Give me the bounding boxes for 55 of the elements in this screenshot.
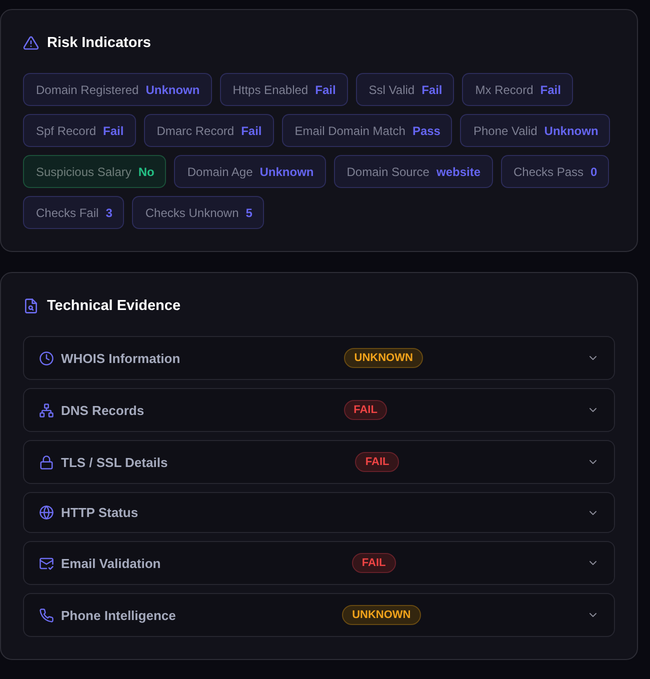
- indicator-value: 0: [590, 164, 598, 180]
- indicator-label: Ssl Valid: [368, 82, 415, 98]
- evidence-accordion-item[interactable]: TLS / SSL Details FAIL: [23, 440, 615, 484]
- lock-icon: [39, 454, 54, 470]
- indicator-value: 3: [106, 204, 112, 222]
- indicator-label: Spf Record: [36, 122, 96, 140]
- evidence-title: Phone Intelligence: [61, 606, 176, 624]
- indicator-label: Email Domain Match: [294, 122, 406, 140]
- indicator-value: Pass: [412, 122, 440, 140]
- indicator-label: Mx Record: [475, 82, 534, 98]
- indicator-label: Checks Unknown: [145, 204, 239, 222]
- indicator-value: Unknown: [146, 82, 200, 98]
- indicator-label: Phone Valid: [473, 122, 538, 140]
- clock-icon: [39, 350, 54, 366]
- file-search-icon: [23, 298, 39, 314]
- section-title: Technical Evidence: [47, 297, 181, 316]
- evidence-accordion-item[interactable]: Email Validation FAIL: [23, 541, 615, 585]
- status-badge: FAIL: [352, 553, 396, 573]
- indicator-label: Https Enabled: [232, 82, 308, 98]
- indicator-label: Checks Pass: [514, 164, 584, 180]
- section-title: Risk Indicators: [47, 34, 151, 53]
- indicator-value: Fail: [241, 122, 262, 140]
- evidence-title: Email Validation: [61, 554, 161, 572]
- indicator-value: Fail: [315, 82, 336, 98]
- evidence-title: HTTP Status: [61, 504, 138, 521]
- evidence-accordion-item[interactable]: HTTP Status: [23, 492, 615, 533]
- status-badge: FAIL: [344, 400, 388, 420]
- evidence-title: TLS / SSL Details: [61, 454, 168, 470]
- network-icon: [39, 402, 54, 418]
- indicator-value: Fail: [540, 82, 561, 98]
- indicator-label: Domain Source: [346, 164, 430, 180]
- indicator-value: website: [436, 164, 480, 180]
- indicator-value: Unknown: [544, 122, 598, 140]
- indicator-label: Dmarc Record: [156, 122, 234, 140]
- indicator-value: Unknown: [260, 164, 314, 180]
- indicator-label: Domain Age: [187, 164, 253, 180]
- indicator-value: 5: [246, 204, 252, 222]
- indicator-value: No: [138, 164, 154, 180]
- indicator-value: Fail: [103, 122, 124, 140]
- mail-check-icon: [39, 556, 54, 570]
- phone-icon: [39, 608, 54, 622]
- globe-icon: [39, 505, 54, 520]
- indicator-label: Checks Fail: [36, 204, 99, 222]
- indicator-label: Suspicious Salary: [36, 164, 132, 180]
- evidence-title: DNS Records: [61, 402, 144, 418]
- evidence-accordion-item[interactable]: Phone Intelligence UNKNOWN: [23, 593, 615, 637]
- evidence-accordion-item[interactable]: WHOIS Information UNKNOWN: [23, 336, 615, 380]
- status-badge: UNKNOWN: [342, 605, 421, 625]
- warning-icon: [23, 35, 39, 51]
- indicator-label: Domain Registered: [36, 82, 139, 98]
- status-badge: UNKNOWN: [344, 348, 423, 368]
- evidence-title: WHOIS Information: [61, 350, 180, 366]
- evidence-accordion-item[interactable]: DNS Records FAIL: [23, 388, 615, 432]
- indicator-value: Fail: [422, 82, 442, 98]
- status-badge: FAIL: [355, 452, 400, 472]
